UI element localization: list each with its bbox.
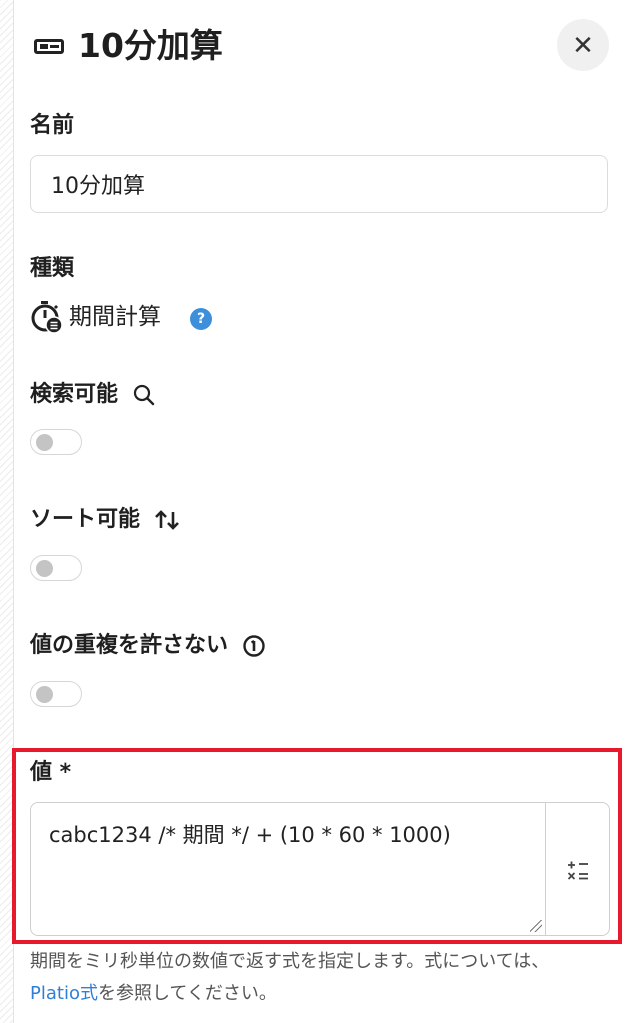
panel-title: 10分加算 (78, 26, 223, 65)
sortable-label-text: ソート可能 (30, 507, 141, 532)
unique-label-text: 値の重複を許さない (30, 633, 229, 658)
toggle-knob (36, 686, 53, 703)
formula-button[interactable] (545, 802, 610, 936)
sort-arrows-icon (154, 510, 179, 530)
kind-value: 期間計算 (69, 304, 161, 330)
sortable-toggle[interactable] (30, 555, 82, 581)
close-button[interactable]: ✕ (557, 19, 609, 71)
kind-row: 期間計算 ? (30, 298, 330, 338)
value-expression-text: cabc1234 /* 期間 */ + (10 * 60 * 1000) (49, 823, 451, 847)
toggle-knob (36, 434, 53, 451)
sortable-label: ソート可能 (30, 505, 180, 535)
question-circle-icon[interactable]: ? (190, 308, 212, 330)
toggle-knob (36, 560, 53, 577)
formula-icon (567, 861, 588, 880)
search-icon (133, 384, 154, 406)
value-expression-textarea[interactable]: cabc1234 /* 期間 */ + (10 * 60 * 1000) (30, 802, 546, 936)
searchable-toggle[interactable] (30, 429, 82, 455)
info-circle-icon[interactable] (242, 634, 266, 658)
value-help-text: 期間をミリ秒単位の数値で返す式を指定します。式については、 Platio式を参照… (30, 946, 590, 1010)
name-label: 名前 (30, 113, 75, 138)
help-text-line2: を参照してください。 (97, 983, 277, 1004)
card-icon (34, 39, 64, 54)
value-label: 値 * (30, 760, 72, 785)
unique-toggle[interactable] (30, 681, 82, 707)
resize-handle-icon[interactable] (530, 920, 542, 932)
searchable-label-text: 検索可能 (30, 382, 119, 407)
name-input[interactable] (30, 155, 608, 213)
unique-label: 値の重複を許さない (30, 631, 266, 661)
panel-header: 10分加算 ✕ (30, 16, 610, 76)
searchable-label: 検索可能 (30, 380, 156, 410)
stopwatch-calc-icon (31, 301, 63, 334)
platio-formula-link[interactable]: Platio式 (30, 983, 98, 1004)
help-text-line1: 期間をミリ秒単位の数値で返す式を指定します。式については、 (30, 951, 550, 972)
kind-label: 種類 (30, 256, 75, 281)
